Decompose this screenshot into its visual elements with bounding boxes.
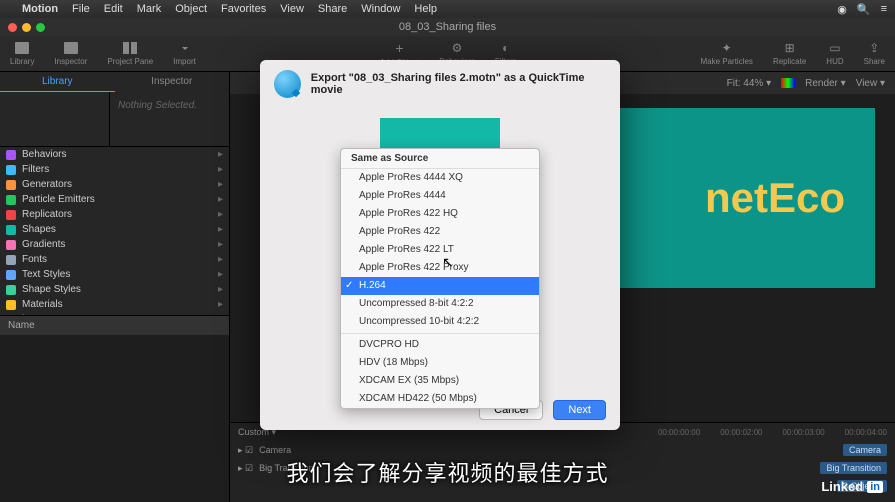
codec-option[interactable]: Apple ProRes 422 Proxy [341, 259, 539, 277]
codec-option[interactable]: Apple ProRes 422 HQ [341, 205, 539, 223]
window-titlebar: 08_03_Sharing files [0, 18, 895, 36]
codec-option[interactable]: Apple ProRes 422 [341, 223, 539, 241]
close-icon[interactable] [8, 23, 17, 32]
macos-menubar: Motion File Edit Mark Object Favorites V… [0, 0, 895, 18]
nothing-selected-label: Nothing Selected. [110, 92, 205, 146]
codec-option[interactable]: Apple ProRes 422 LT [341, 241, 539, 259]
linkedin-watermark: Linkedin [821, 479, 883, 494]
share-button[interactable]: ⇪Share [864, 41, 885, 66]
category-particle-emitters[interactable]: Particle Emitters▸ [0, 192, 229, 207]
codec-option[interactable]: Apple ProRes 4444 XQ [341, 169, 539, 187]
category-list: Behaviors▸Filters▸Generators▸Particle Em… [0, 147, 229, 315]
menu-mark[interactable]: Mark [137, 3, 161, 15]
color-swatch[interactable] [781, 78, 795, 88]
menu-file[interactable]: File [72, 3, 90, 15]
menu-favorites[interactable]: Favorites [221, 3, 266, 15]
inspector-toolbar-button[interactable]: Inspector [54, 41, 87, 66]
category-text-styles[interactable]: Text Styles▸ [0, 267, 229, 282]
status-icon[interactable]: ◉ [837, 3, 847, 16]
tab-library[interactable]: Library [0, 72, 115, 92]
category-shapes[interactable]: Shapes▸ [0, 222, 229, 237]
make-particles-button[interactable]: ✦Make Particles [700, 41, 752, 66]
render-dropdown[interactable]: Render ▾ [805, 78, 846, 89]
menu-help[interactable]: Help [414, 3, 437, 15]
category-fonts[interactable]: Fonts▸ [0, 252, 229, 267]
search-icon[interactable]: 🔍 [857, 3, 871, 16]
menu-view[interactable]: View [280, 3, 304, 15]
category-gradients[interactable]: Gradients▸ [0, 237, 229, 252]
linkedin-in-icon: in [867, 481, 883, 493]
codec-option[interactable]: Uncompressed 10-bit 4:2:2 [341, 313, 539, 331]
category-materials[interactable]: Materials▸ [0, 297, 229, 312]
codec-option[interactable]: Uncompressed 8-bit 4:2:2 [341, 295, 539, 313]
import-button[interactable]: Import [173, 41, 196, 66]
category-shape-styles[interactable]: Shape Styles▸ [0, 282, 229, 297]
dropdown-header[interactable]: Same as Source [341, 149, 539, 169]
next-button[interactable]: Next [553, 400, 606, 420]
menu-extras-icon[interactable]: ≡ [881, 3, 887, 16]
app-name[interactable]: Motion [22, 3, 58, 15]
codec-dropdown[interactable]: Same as Source Apple ProRes 4444 XQApple… [340, 148, 540, 409]
menu-edit[interactable]: Edit [104, 3, 123, 15]
dialog-title: Export "08_03_Sharing files 2.motn" as a… [311, 72, 606, 96]
fit-dropdown[interactable]: Fit: 44% ▾ [727, 78, 771, 89]
view-dropdown[interactable]: View ▾ [856, 78, 885, 89]
codec-option[interactable]: DVCPRO HD [341, 336, 539, 354]
timecode-1: 00:00:02:00 [720, 428, 762, 437]
category-replicators[interactable]: Replicators▸ [0, 207, 229, 222]
timecode-3: 00:00:04:00 [845, 428, 887, 437]
replicate-button[interactable]: ⊞Replicate [773, 41, 806, 66]
codec-option[interactable]: Apple ProRes 4444 [341, 187, 539, 205]
minimize-icon[interactable] [22, 23, 31, 32]
hud-button[interactable]: ▭HUD [826, 41, 843, 66]
category-generators[interactable]: Generators▸ [0, 177, 229, 192]
mouse-cursor-icon: ↖ [442, 254, 454, 271]
quicktime-icon [274, 70, 301, 98]
menu-share[interactable]: Share [318, 3, 347, 15]
name-column-header: Name [0, 315, 229, 335]
category-filters[interactable]: Filters▸ [0, 162, 229, 177]
codec-option[interactable]: XDCAM HD422 (50 Mbps) [341, 390, 539, 408]
window-title: 08_03_Sharing files [399, 21, 496, 33]
menu-window[interactable]: Window [361, 3, 400, 15]
project-pane-button[interactable]: Project Pane [107, 41, 153, 66]
tab-inspector[interactable]: Inspector [115, 72, 230, 92]
codec-option-selected[interactable]: H.264 [341, 277, 539, 295]
timecode-0: 00:00:00:00 [658, 428, 700, 437]
left-panel: Library Inspector Nothing Selected. Beha… [0, 72, 230, 502]
window-controls[interactable] [8, 23, 45, 32]
layer-camera[interactable]: Camera [259, 445, 291, 455]
timecode-2: 00:00:03:00 [782, 428, 824, 437]
menu-object[interactable]: Object [175, 3, 207, 15]
category-behaviors[interactable]: Behaviors▸ [0, 147, 229, 162]
zoom-icon[interactable] [36, 23, 45, 32]
subtitle-caption: 我们会了解分享视频的最佳方式 [0, 456, 895, 488]
canvas-logo-text: netEco [705, 174, 845, 222]
library-toolbar-button[interactable]: Library [10, 41, 34, 66]
codec-option[interactable]: HDV (18 Mbps) [341, 354, 539, 372]
codec-option[interactable]: XDCAM EX (35 Mbps) [341, 372, 539, 390]
